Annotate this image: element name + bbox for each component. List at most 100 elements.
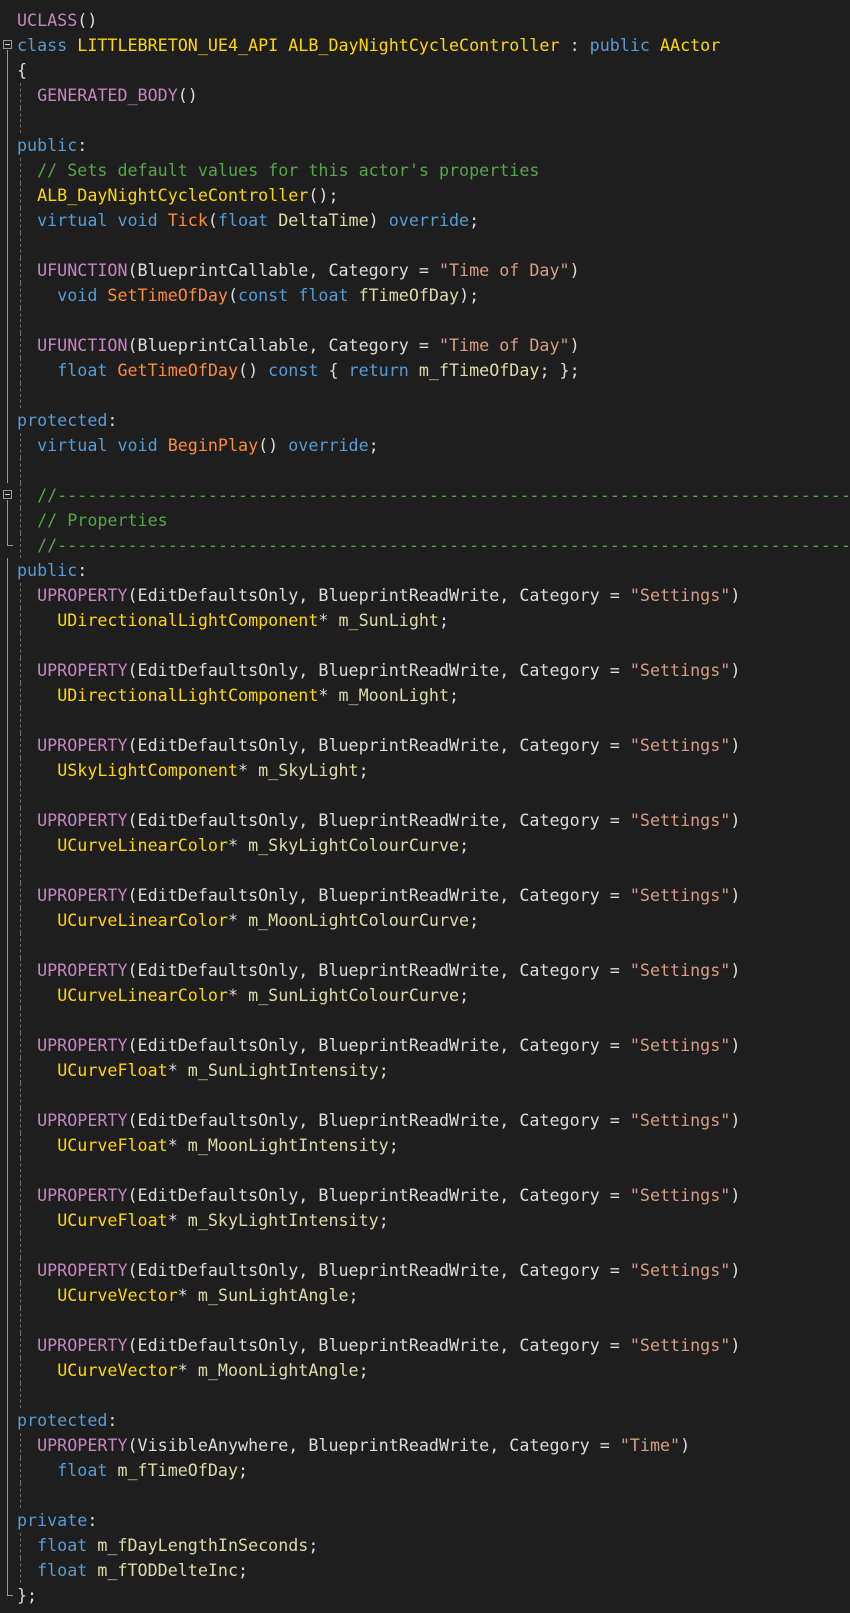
code-line[interactable] — [0, 233, 850, 258]
code-line[interactable] — [0, 708, 850, 733]
code-line[interactable]: virtual void Tick(float DeltaTime) overr… — [0, 208, 850, 233]
code-token-keyword: public — [17, 560, 78, 580]
code-line[interactable] — [0, 458, 850, 483]
code-token-plain: ( — [207, 210, 218, 230]
code-line[interactable]: UPROPERTY(EditDefaultsOnly, BlueprintRea… — [0, 883, 850, 908]
code-line[interactable]: UCurveLinearColor* m_SunLightColourCurve… — [0, 983, 850, 1008]
code-editor[interactable]: UCLASS() class LITTLEBRETON_UE4_API ALB_D… — [0, 8, 850, 1608]
code-token-plain: ) — [730, 885, 741, 905]
code-line[interactable] — [0, 783, 850, 808]
fold-guide-end — [7, 1583, 13, 1596]
code-token-string: "Settings" — [629, 735, 731, 755]
code-line[interactable]: UPROPERTY(EditDefaultsOnly, BlueprintRea… — [0, 1108, 850, 1133]
code-line[interactable] — [0, 1383, 850, 1408]
code-line[interactable]: UCurveLinearColor* m_SkyLightColourCurve… — [0, 833, 850, 858]
collapse-icon[interactable] — [3, 490, 12, 499]
code-line[interactable]: //--------------------------------------… — [0, 533, 850, 558]
code-line[interactable]: public: — [0, 558, 850, 583]
code-line[interactable]: float m_fDayLengthInSeconds; — [0, 1533, 850, 1558]
code-token-type: AActor — [660, 35, 721, 55]
fold-guide — [7, 108, 8, 133]
code-token-keyword: protected — [17, 410, 108, 430]
code-line[interactable] — [0, 1483, 850, 1508]
code-line[interactable]: USkyLightComponent* m_SkyLight; — [0, 758, 850, 783]
code-line[interactable]: float m_fTimeOfDay; — [0, 1458, 850, 1483]
code-line[interactable]: UCurveFloat* m_SkyLightIntensity; — [0, 1208, 850, 1233]
code-line[interactable]: }; — [0, 1583, 850, 1608]
code-line[interactable] — [0, 858, 850, 883]
fold-guide — [7, 583, 8, 608]
code-line[interactable]: UPROPERTY(EditDefaultsOnly, BlueprintRea… — [0, 958, 850, 983]
code-line[interactable]: UPROPERTY(VisibleAnywhere, BlueprintRead… — [0, 1433, 850, 1458]
code-text: class LITTLEBRETON_UE4_API ALB_DayNightC… — [17, 33, 720, 58]
code-line[interactable]: UPROPERTY(EditDefaultsOnly, BlueprintRea… — [0, 1333, 850, 1358]
code-line[interactable]: { — [0, 58, 850, 83]
code-token-member: m_MoonLightIntensity — [187, 1135, 389, 1155]
code-line[interactable]: UDirectionalLightComponent* m_MoonLight; — [0, 683, 850, 708]
code-line[interactable] — [0, 933, 850, 958]
code-line[interactable]: float m_fTODDelteInc; — [0, 1558, 850, 1583]
code-line[interactable]: UPROPERTY(EditDefaultsOnly, BlueprintRea… — [0, 1258, 850, 1283]
code-text: UPROPERTY(EditDefaultsOnly, BlueprintRea… — [17, 1108, 740, 1133]
fold-guide — [7, 808, 8, 833]
code-token-plain: (EditDefaultsOnly, BlueprintReadWrite, C… — [127, 1260, 630, 1280]
code-line[interactable]: UPROPERTY(EditDefaultsOnly, BlueprintRea… — [0, 808, 850, 833]
code-token-keyword: class — [17, 35, 68, 55]
code-line[interactable]: //--------------------------------------… — [0, 483, 850, 508]
code-line[interactable]: UPROPERTY(EditDefaultsOnly, BlueprintRea… — [0, 658, 850, 683]
fold-guide — [7, 908, 8, 933]
code-token-string: "Settings" — [629, 1260, 731, 1280]
fold-guide — [7, 133, 8, 158]
code-line[interactable]: protected: — [0, 1408, 850, 1433]
code-token-plain: ) — [730, 960, 741, 980]
code-token-macro: UPROPERTY — [37, 1435, 128, 1455]
code-line[interactable]: ALB_DayNightCycleController(); — [0, 183, 850, 208]
code-line[interactable]: // Sets default values for this actor's … — [0, 158, 850, 183]
code-line[interactable]: private: — [0, 1508, 850, 1533]
code-line[interactable]: void SetTimeOfDay(const float fTimeOfDay… — [0, 283, 850, 308]
code-line[interactable]: UPROPERTY(EditDefaultsOnly, BlueprintRea… — [0, 1183, 850, 1208]
code-line[interactable] — [0, 383, 850, 408]
code-line[interactable]: UDirectionalLightComponent* m_SunLight; — [0, 608, 850, 633]
code-line[interactable] — [0, 108, 850, 133]
code-line[interactable]: protected: — [0, 408, 850, 433]
code-line[interactable]: virtual void BeginPlay() override; — [0, 433, 850, 458]
code-line[interactable] — [0, 1308, 850, 1333]
code-line[interactable] — [0, 1233, 850, 1258]
code-line[interactable] — [0, 308, 850, 333]
code-token-plain: ; — [469, 910, 480, 930]
code-line[interactable]: GENERATED_BODY() — [0, 83, 850, 108]
code-line[interactable] — [0, 1083, 850, 1108]
code-line[interactable] — [0, 1008, 850, 1033]
code-line[interactable]: UFUNCTION(BlueprintCallable, Category = … — [0, 258, 850, 283]
code-token-member: m_SunLightIntensity — [187, 1060, 379, 1080]
code-line[interactable]: UCLASS() — [0, 8, 850, 33]
code-line[interactable]: UPROPERTY(EditDefaultsOnly, BlueprintRea… — [0, 733, 850, 758]
code-line[interactable]: float GetTimeOfDay() const { return m_fT… — [0, 358, 850, 383]
code-token-plain: (BlueprintCallable, Category = — [127, 335, 439, 355]
collapse-icon[interactable] — [3, 40, 12, 49]
code-line[interactable]: UCurveFloat* m_SunLightIntensity; — [0, 1058, 850, 1083]
code-token-macro: UFUNCTION — [37, 260, 128, 280]
code-token-keyword: public — [589, 35, 650, 55]
fold-guide — [7, 783, 8, 808]
code-line[interactable]: UCurveLinearColor* m_MoonLightColourCurv… — [0, 908, 850, 933]
code-text: UFUNCTION(BlueprintCallable, Category = … — [17, 258, 580, 283]
code-line[interactable]: class LITTLEBRETON_UE4_API ALB_DayNightC… — [0, 33, 850, 58]
code-line[interactable] — [0, 633, 850, 658]
code-line[interactable]: UCurveVector* m_SunLightAngle; — [0, 1283, 850, 1308]
fold-guide — [7, 508, 8, 533]
code-token-type: UCurveLinearColor — [57, 835, 228, 855]
code-line[interactable]: UPROPERTY(EditDefaultsOnly, BlueprintRea… — [0, 583, 850, 608]
fold-guide — [7, 433, 8, 458]
code-line[interactable]: UCurveVector* m_MoonLightAngle; — [0, 1358, 850, 1383]
code-line[interactable]: UFUNCTION(BlueprintCallable, Category = … — [0, 333, 850, 358]
code-token-macro: UCLASS — [17, 10, 78, 30]
code-line[interactable]: UPROPERTY(EditDefaultsOnly, BlueprintRea… — [0, 1033, 850, 1058]
code-line[interactable]: UCurveFloat* m_MoonLightIntensity; — [0, 1133, 850, 1158]
code-line[interactable]: // Properties — [0, 508, 850, 533]
code-line[interactable] — [0, 1158, 850, 1183]
code-line[interactable]: public: — [0, 133, 850, 158]
